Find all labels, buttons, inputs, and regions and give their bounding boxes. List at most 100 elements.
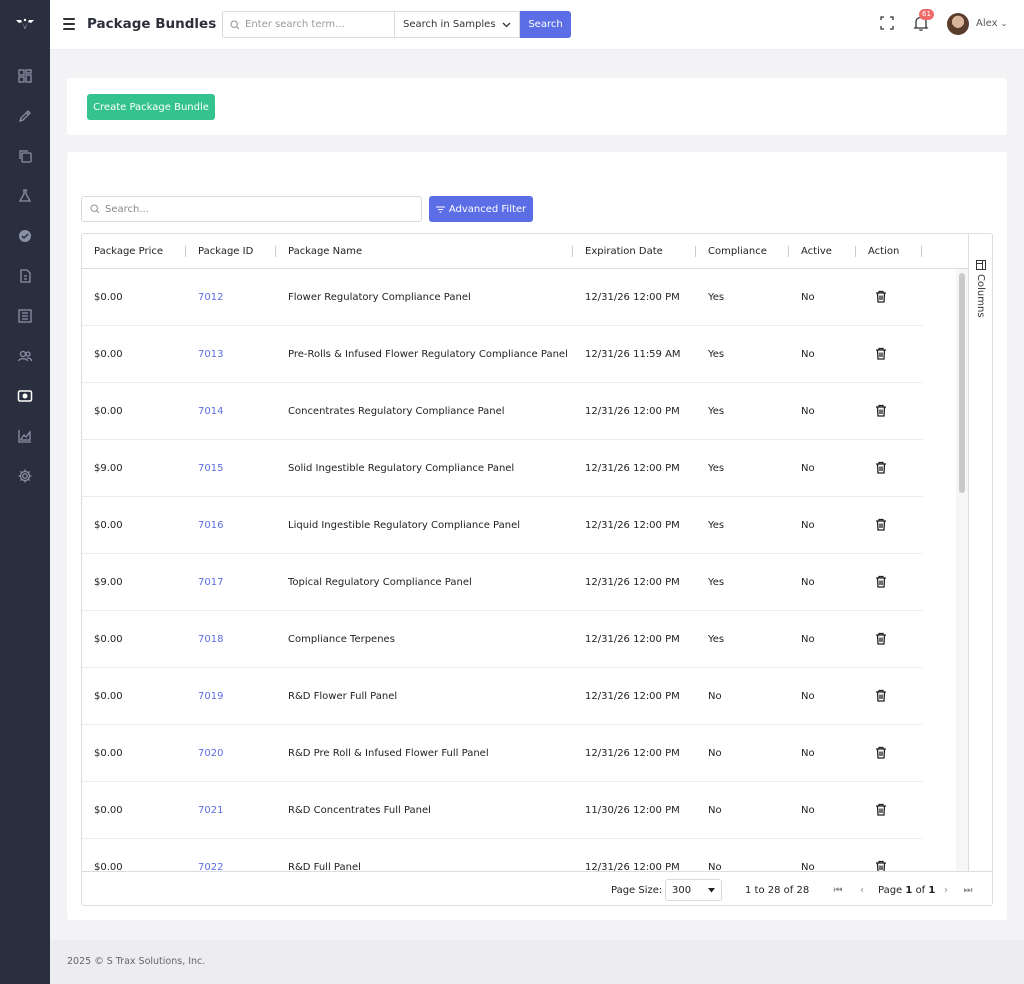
cell-active: No (801, 748, 815, 759)
cell-active: No (801, 520, 815, 531)
global-search-input[interactable] (245, 19, 385, 30)
users-icon[interactable] (16, 347, 34, 365)
column-resize-handle[interactable] (788, 246, 789, 257)
table-row[interactable]: $0.00 7012 Flower Regulatory Compliance … (82, 269, 923, 326)
cell-package-id-link[interactable]: 7016 (198, 497, 223, 554)
columns-toggle[interactable]: Columns (975, 260, 986, 318)
cell-package-id-link[interactable]: 7022 (198, 839, 223, 871)
cell-package-id-link[interactable]: 7018 (198, 611, 223, 668)
table-row[interactable]: $0.00 7020 R&D Pre Roll & Infused Flower… (82, 725, 923, 782)
trash-icon[interactable] (875, 575, 887, 588)
previous-page-icon[interactable]: ‹ (857, 884, 867, 896)
verified-badge-icon[interactable] (16, 227, 34, 245)
gear-icon[interactable] (16, 467, 34, 485)
column-header-compliance[interactable]: Compliance (708, 234, 767, 269)
package-icon[interactable] (16, 387, 34, 405)
cell-compliance: Yes (708, 292, 725, 303)
vertical-scrollbar-thumb[interactable] (959, 273, 965, 493)
table-header: Package Price Package ID Package Name Ex… (82, 234, 968, 269)
table-row[interactable]: $0.00 7013 Pre-Rolls & Infused Flower Re… (82, 326, 923, 383)
cell-package-id-link[interactable]: 7015 (198, 440, 223, 497)
table-row[interactable]: $0.00 7014 Concentrates Regulatory Compl… (82, 383, 923, 440)
fullscreen-icon[interactable] (880, 16, 894, 30)
cell-package-id-link[interactable]: 7014 (198, 383, 223, 440)
trash-icon[interactable] (875, 518, 887, 531)
dashboard-icon[interactable] (16, 67, 34, 85)
pencil-icon[interactable] (16, 107, 34, 125)
trash-icon[interactable] (875, 404, 887, 417)
table-row[interactable]: $0.00 7021 R&D Concentrates Full Panel 1… (82, 782, 923, 839)
copy-icon[interactable] (16, 147, 34, 165)
create-package-bundle-button[interactable]: Create Package Bundle (87, 94, 215, 120)
search-button[interactable]: Search (520, 11, 571, 38)
cell-package-price: $0.00 (94, 292, 123, 303)
cell-package-name: R&D Flower Full Panel (288, 691, 398, 702)
column-header-expiration-date[interactable]: Expiration Date (585, 234, 663, 269)
cell-package-name: Concentrates Regulatory Compliance Panel (288, 406, 505, 417)
trash-icon[interactable] (875, 632, 887, 645)
table-body: $0.00 7012 Flower Regulatory Compliance … (82, 269, 956, 871)
cell-package-id-link[interactable]: 7012 (198, 269, 223, 326)
cell-package-price: $9.00 (94, 463, 123, 474)
trax-logo-icon[interactable] (15, 16, 35, 32)
cell-package-price: $0.00 (94, 349, 123, 360)
filter-icon (435, 205, 445, 213)
cell-package-id-link[interactable]: 7017 (198, 554, 223, 611)
column-resize-handle[interactable] (572, 246, 573, 257)
table-row[interactable]: $0.00 7016 Liquid Ingestible Regulatory … (82, 497, 923, 554)
cell-package-id-link[interactable]: 7013 (198, 326, 223, 383)
column-header-action[interactable]: Action (868, 234, 899, 269)
trash-icon[interactable] (875, 803, 887, 816)
column-resize-handle[interactable] (921, 246, 922, 257)
column-resize-handle[interactable] (855, 246, 856, 257)
table-row[interactable]: $9.00 7017 Topical Regulatory Compliance… (82, 554, 923, 611)
cell-package-id-link[interactable]: 7019 (198, 668, 223, 725)
top-bar: Package Bundles Search in Samples Search… (50, 0, 1024, 50)
avatar[interactable] (947, 13, 969, 35)
cell-package-price: $0.00 (94, 805, 123, 816)
area-chart-icon[interactable] (16, 427, 34, 445)
cell-package-name: R&D Pre Roll & Infused Flower Full Panel (288, 748, 489, 759)
page-size-label: Page Size: (611, 884, 663, 896)
cell-package-id-link[interactable]: 7020 (198, 725, 223, 782)
trash-icon[interactable] (875, 689, 887, 702)
global-search-field[interactable] (222, 11, 394, 38)
next-page-icon[interactable]: › (941, 884, 951, 896)
table-row[interactable]: $0.00 7022 R&D Full Panel 12/31/26 12:00… (82, 839, 923, 871)
table-search-input[interactable] (105, 203, 405, 215)
sidebar (0, 0, 50, 984)
table-row[interactable]: $0.00 7018 Compliance Terpenes 12/31/26 … (82, 611, 923, 668)
table-search-field[interactable] (81, 196, 422, 222)
column-header-package-name[interactable]: Package Name (288, 234, 362, 269)
cell-active: No (801, 292, 815, 303)
column-header-package-price[interactable]: Package Price (94, 234, 163, 269)
user-menu[interactable]: Alex ⌄ (976, 18, 1007, 29)
trash-icon[interactable] (875, 746, 887, 759)
column-resize-handle[interactable] (275, 246, 276, 257)
column-resize-handle[interactable] (185, 246, 186, 257)
hamburger-menu-icon[interactable] (63, 18, 75, 30)
document-icon[interactable] (16, 267, 34, 285)
trash-icon[interactable] (875, 290, 887, 303)
column-resize-handle[interactable] (695, 246, 696, 257)
trash-icon[interactable] (875, 461, 887, 474)
flask-icon[interactable] (16, 187, 34, 205)
first-page-icon[interactable]: ⏮ (833, 884, 843, 896)
last-page-icon[interactable]: ⏭ (963, 884, 973, 896)
advanced-filter-button[interactable]: Advanced Filter (429, 196, 533, 222)
column-header-package-id[interactable]: Package ID (198, 234, 253, 269)
columns-label: Columns (975, 274, 986, 318)
cell-package-id-link[interactable]: 7021 (198, 782, 223, 839)
table-row[interactable]: $0.00 7019 R&D Flower Full Panel 12/31/2… (82, 668, 923, 725)
cell-active: No (801, 463, 815, 474)
table-row[interactable]: $9.00 7015 Solid Ingestible Regulatory C… (82, 440, 923, 497)
trash-icon[interactable] (875, 347, 887, 360)
list-icon[interactable] (16, 307, 34, 325)
cell-compliance: No (708, 748, 722, 759)
trash-icon[interactable] (875, 860, 887, 871)
cell-expiration-date: 12/31/26 12:00 PM (585, 463, 680, 474)
cell-expiration-date: 12/31/26 12:00 PM (585, 862, 680, 871)
page-size-select[interactable]: 300 (665, 879, 722, 901)
column-header-active[interactable]: Active (801, 234, 832, 269)
search-scope-select[interactable]: Search in Samples (394, 11, 520, 38)
